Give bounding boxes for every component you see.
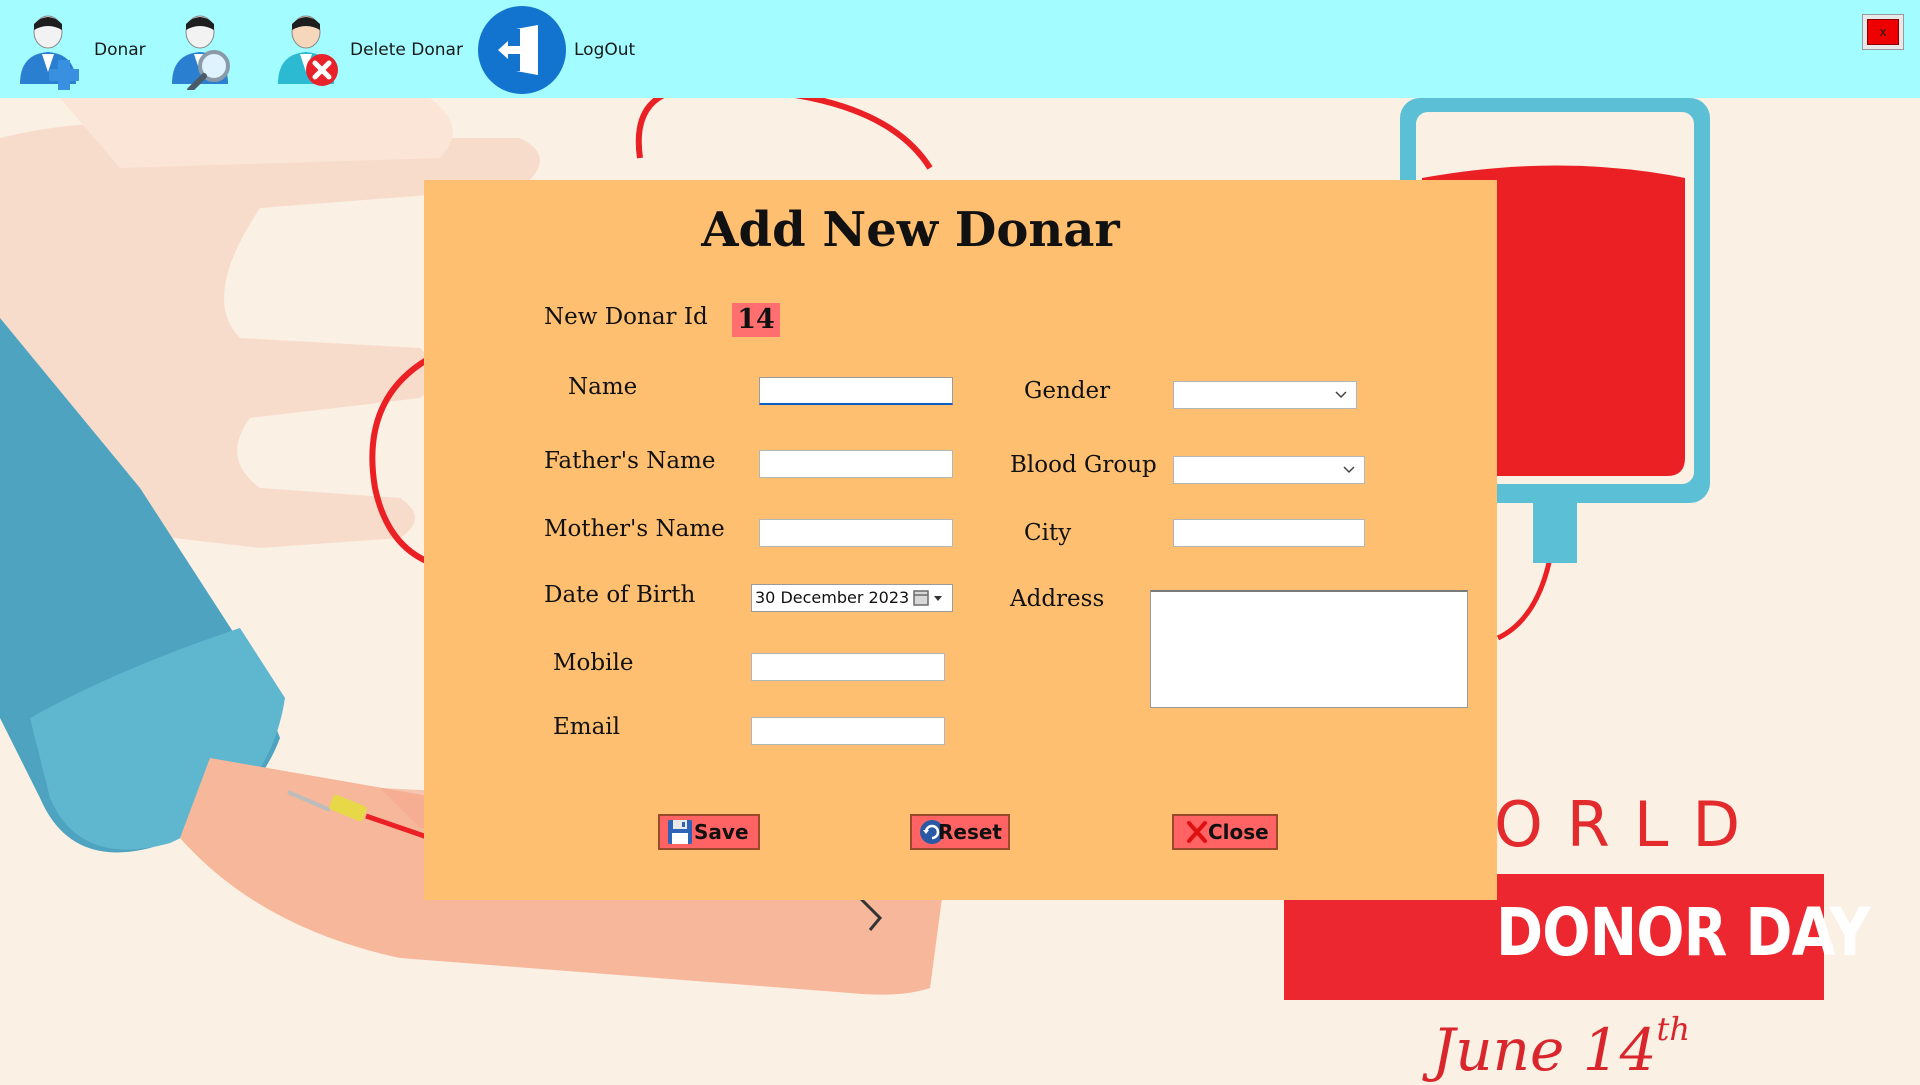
poster-donor-day-text: DONOR DAY	[1496, 894, 1870, 971]
close-form-button[interactable]: Close	[1172, 814, 1278, 850]
mother-name-input[interactable]	[759, 519, 953, 547]
donar-id-value: 14	[732, 303, 780, 337]
delete-user-icon	[278, 15, 338, 86]
donar-id-label: New Donar Id	[544, 304, 708, 330]
toolbar-search-donar-button[interactable]	[170, 8, 240, 92]
form-title: Add New Donar	[424, 202, 1497, 258]
blood-group-select[interactable]	[1173, 456, 1365, 484]
add-donar-form: Add New Donar New Donar Id 14 Name Fathe…	[424, 180, 1497, 900]
address-textarea[interactable]	[1150, 590, 1468, 708]
poster-date-suffix: th	[1656, 1010, 1690, 1048]
toolbar-item-label: Donar	[94, 40, 146, 60]
window-close-button[interactable]: x	[1862, 14, 1904, 50]
gender-label: Gender	[1024, 378, 1111, 404]
dob-label: Date of Birth	[544, 582, 696, 608]
father-name-input[interactable]	[759, 450, 953, 478]
toolbar-logout-button[interactable]: LogOut	[476, 6, 636, 94]
close-icon	[1187, 821, 1207, 843]
add-user-icon	[20, 15, 79, 90]
reset-button[interactable]: Reset	[910, 814, 1010, 850]
email-label: Email	[553, 714, 621, 740]
chevron-down-icon	[1335, 391, 1347, 399]
mobile-input[interactable]	[751, 653, 945, 681]
poster-world-text: ORLD	[1494, 788, 1765, 861]
address-label: Address	[1010, 586, 1105, 612]
city-label: City	[1024, 520, 1072, 546]
toolbar-delete-donar-button[interactable]: Delete Donar	[274, 8, 463, 92]
toolbar-item-label: LogOut	[574, 40, 636, 60]
form-title-text: Add New Donar	[701, 202, 1120, 258]
save-button[interactable]: Save	[658, 814, 760, 850]
gender-select[interactable]	[1173, 381, 1357, 409]
blood-group-label: Blood Group	[1010, 452, 1157, 478]
reset-button-label: Reset	[938, 820, 1002, 844]
chevron-down-icon	[1343, 466, 1355, 474]
name-label: Name	[568, 374, 638, 400]
save-button-label: Save	[694, 820, 749, 844]
close-icon: x	[1867, 19, 1899, 45]
dob-value: 30 December 2023	[755, 588, 910, 607]
email-input[interactable]	[751, 717, 945, 745]
toolbar: Donar Delete Donar LogOut x	[0, 0, 1920, 98]
poster-date: June 14th	[1432, 1010, 1690, 1084]
city-input[interactable]	[1173, 519, 1365, 547]
poster-date-text: June 14	[1432, 1016, 1657, 1084]
toolbar-add-donar-button[interactable]: Donar	[16, 8, 146, 92]
toolbar-item-label: Delete Donar	[350, 40, 463, 60]
mother-name-label: Mother's Name	[544, 516, 725, 542]
logout-icon	[478, 6, 566, 94]
father-name-label: Father's Name	[544, 448, 716, 474]
search-user-icon	[172, 15, 230, 90]
dob-date-picker[interactable]: 30 December 2023	[751, 584, 953, 612]
name-input[interactable]	[759, 377, 953, 405]
floppy-disk-icon	[668, 820, 692, 844]
mobile-label: Mobile	[553, 650, 634, 676]
close-button-label: Close	[1208, 820, 1269, 844]
calendar-dropdown-icon[interactable]	[912, 589, 946, 607]
